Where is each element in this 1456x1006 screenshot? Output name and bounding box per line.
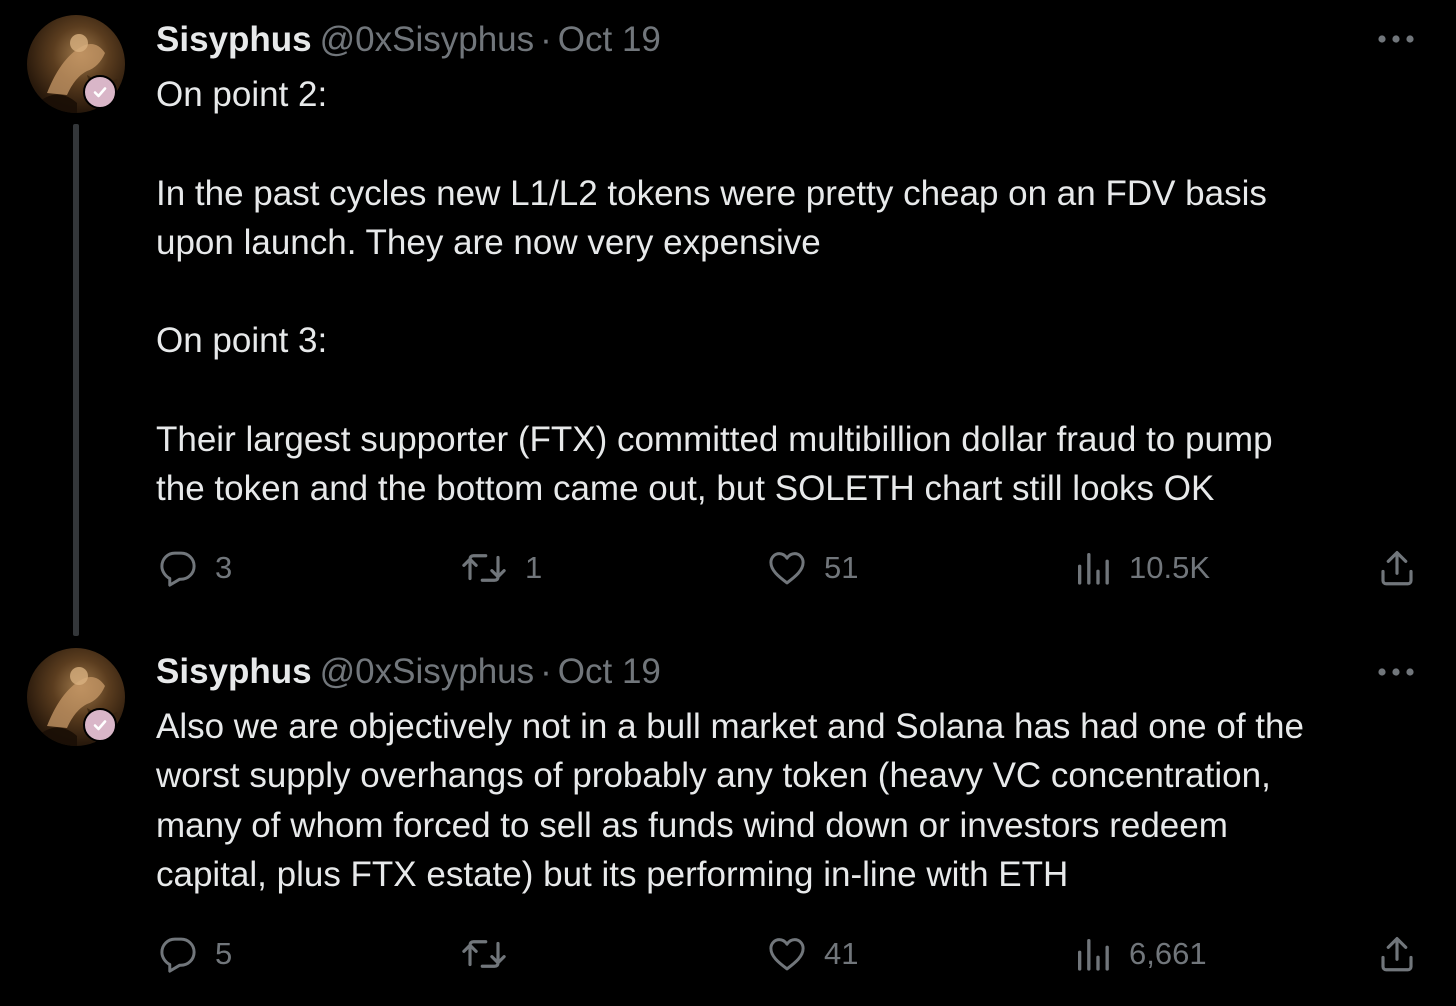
- repost-arrows-icon: [462, 554, 506, 582]
- user-handle[interactable]: @0xSisyphus: [320, 20, 535, 59]
- tweet-date[interactable]: Oct 19: [558, 20, 661, 59]
- views-button[interactable]: 10.5K: [1073, 543, 1210, 593]
- views-bar-chart-icon: [1078, 939, 1109, 971]
- verified-badge-icon: [83, 75, 117, 109]
- tweet-actions: 5 41 6,661: [0, 929, 1456, 979]
- reply-bubble-icon: [160, 551, 196, 587]
- views-bar-chart-icon: [1078, 553, 1109, 585]
- heart-icon: [769, 938, 805, 971]
- user-handle[interactable]: @0xSisyphus: [320, 652, 535, 691]
- tweet[interactable]: Sisyphus @0xSisyphus · Oct 19 Also we are o…: [0, 632, 1456, 1006]
- reply-count: 3: [215, 550, 233, 585]
- more-options-button[interactable]: [1374, 660, 1418, 684]
- share-upload-icon: [1381, 937, 1413, 972]
- tweet-header: Sisyphus @0xSisyphus · Oct 19: [156, 16, 661, 64]
- reply-bubble-icon: [160, 937, 196, 973]
- display-name[interactable]: Sisyphus: [156, 20, 312, 59]
- share-upload-icon: [1381, 551, 1413, 586]
- repost-arrows-icon: [462, 940, 506, 968]
- tweet-text: On point 2: In the past cycles new L1/L2…: [156, 75, 1273, 509]
- like-button[interactable]: 51: [766, 543, 858, 593]
- tweet-date[interactable]: Oct 19: [558, 652, 661, 691]
- like-button[interactable]: 41: [766, 929, 858, 979]
- reply-button[interactable]: 5: [157, 929, 232, 979]
- reply-button[interactable]: 3: [157, 543, 232, 593]
- repost-button[interactable]: [459, 929, 525, 979]
- like-count: 41: [824, 936, 859, 971]
- tweet-text: Also we are objectively not in a bull ma…: [156, 707, 1304, 894]
- more-options-button[interactable]: [1374, 27, 1418, 51]
- like-count: 51: [824, 550, 859, 585]
- tweet[interactable]: Sisyphus @0xSisyphus · Oct 19 On point 2: I…: [0, 0, 1456, 636]
- share-button[interactable]: [1376, 929, 1418, 979]
- verified-badge-icon: [83, 708, 117, 742]
- views-button[interactable]: 6,661: [1073, 929, 1207, 979]
- share-button[interactable]: [1376, 543, 1418, 593]
- reply-count: 5: [215, 936, 233, 971]
- repost-button[interactable]: 1: [459, 543, 542, 593]
- more-dots-icon: [1378, 668, 1414, 676]
- views-count: 10.5K: [1129, 550, 1211, 585]
- more-dots-icon: [1378, 35, 1414, 43]
- display-name[interactable]: Sisyphus: [156, 652, 312, 691]
- tweet-header: Sisyphus @0xSisyphus · Oct 19: [156, 648, 661, 696]
- separator-dot: ·: [540, 652, 552, 691]
- separator-dot: ·: [540, 20, 552, 59]
- tweet-actions: 3 1 51 10.5K: [0, 543, 1456, 593]
- views-count: 6,661: [1129, 936, 1207, 971]
- repost-count: 1: [525, 550, 543, 585]
- heart-icon: [769, 552, 805, 585]
